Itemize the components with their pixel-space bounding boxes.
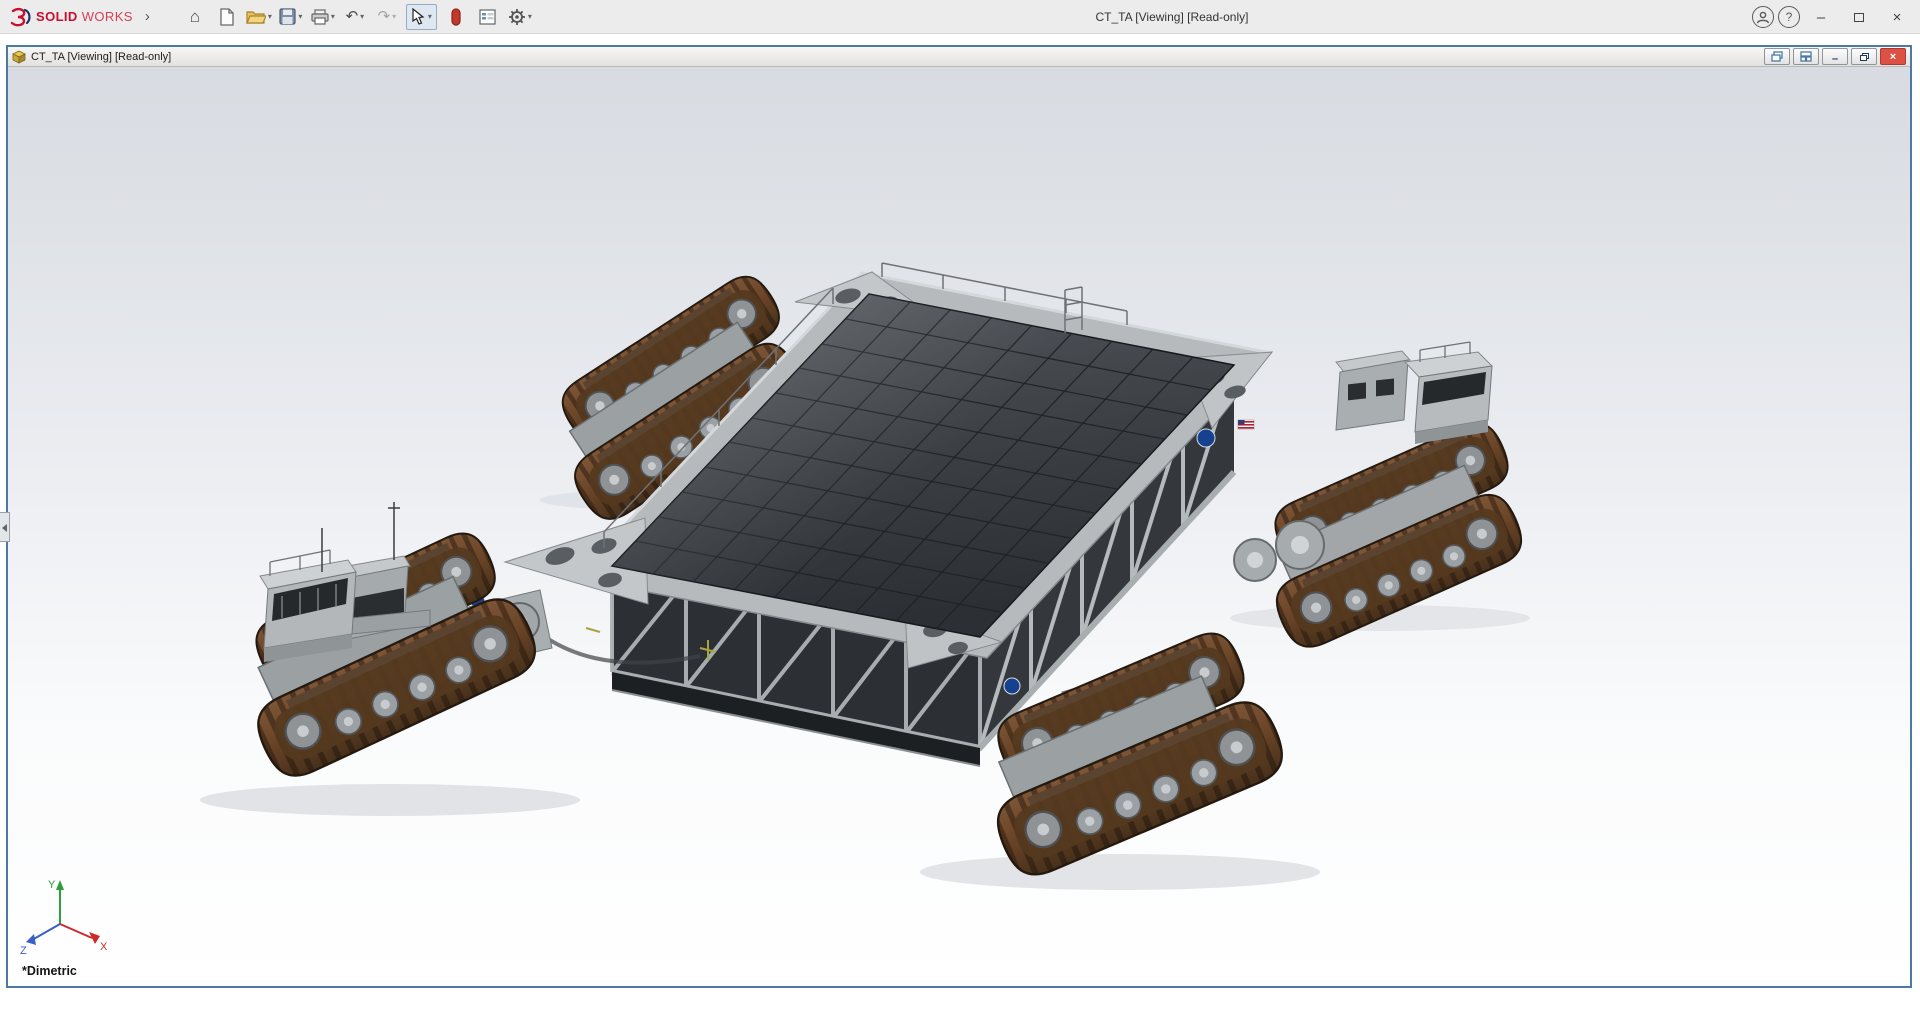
options-button[interactable]: ▾ (507, 4, 533, 30)
doc-close-button[interactable]: × (1880, 48, 1906, 65)
doc-minimize-button[interactable]: – (1822, 48, 1848, 65)
file-properties-icon (479, 8, 496, 25)
model-3d-view[interactable] (8, 67, 1910, 986)
close-button[interactable]: × (1880, 2, 1914, 32)
open-button[interactable]: ▾ (245, 4, 272, 30)
titlebar-right-controls: ? – × (1752, 0, 1914, 34)
machinery-house-right[interactable] (1335, 350, 1411, 431)
options-dropdown-arrow[interactable]: ▾ (528, 12, 532, 21)
operator-cab-left[interactable] (259, 549, 357, 662)
print-icon (311, 8, 329, 25)
x-axis-label: X (100, 941, 108, 953)
home-icon: ⌂ (189, 7, 200, 26)
record-button[interactable] (443, 4, 469, 30)
account-icon (1756, 11, 1770, 24)
app-titlebar: SOLID WORKS › ⌂ ▾ ▾ ▾ ↶ ▾ ↷ ▾ ▾ ▾ CT_TA … (0, 0, 1920, 34)
quick-access-toolbar: ⌂ ▾ ▾ ▾ ↶ ▾ ↷ ▾ ▾ ▾ (182, 3, 533, 30)
file-properties-button[interactable] (475, 4, 501, 30)
solidworks-logo: SOLID WORKS (8, 7, 133, 27)
select-tool-button[interactable]: ▾ (405, 3, 437, 30)
help-button[interactable]: ? (1778, 6, 1800, 28)
us-flag-right (1237, 419, 1255, 430)
redo-button[interactable]: ↷ ▾ (374, 4, 400, 30)
options-gear-icon (508, 8, 525, 25)
part-document-icon (12, 50, 26, 64)
operator-cab-right[interactable] (1403, 341, 1494, 444)
workspace: CT_TA [Viewing] [Read-only] – × Y X Z *D… (0, 34, 1920, 1032)
window-title: CT_TA [Viewing] [Read-only] (1095, 10, 1249, 24)
brand-works-text: WORKS (81, 9, 133, 24)
view-orientation-label: *Dimetric (22, 964, 77, 978)
open-dropdown-arrow[interactable]: ▾ (268, 12, 272, 21)
doc-tile-button[interactable] (1793, 48, 1819, 65)
open-folder-icon (245, 10, 266, 24)
cascade-windows-icon (1771, 51, 1783, 62)
print-dropdown-arrow[interactable]: ▾ (331, 12, 335, 21)
doc-restore-button[interactable] (1851, 48, 1877, 65)
print-button[interactable]: ▾ (310, 4, 336, 30)
maximize-icon (1854, 12, 1864, 22)
solidworks-window: SOLID WORKS › ⌂ ▾ ▾ ▾ ↶ ▾ ↷ ▾ ▾ ▾ CT_TA … (0, 0, 1920, 1032)
z-axis-label: Z (20, 945, 27, 957)
save-dropdown-arrow[interactable]: ▾ (298, 12, 302, 21)
brand-solid-text: SOLID (36, 9, 78, 24)
document-window-controls: – × (1764, 48, 1906, 65)
tile-windows-icon (1800, 51, 1812, 62)
new-document-icon (220, 7, 234, 26)
redo-dropdown-arrow[interactable]: ▾ (392, 12, 396, 21)
document-titlebar[interactable]: CT_TA [Viewing] [Read-only] – × (8, 47, 1910, 67)
redo-icon: ↷ (377, 8, 391, 25)
doc-minimize-icon: – (1831, 53, 1839, 65)
save-icon (279, 8, 296, 25)
z-axis-arrow (26, 934, 36, 945)
graphics-viewport[interactable]: Y X Z *Dimetric (8, 67, 1910, 986)
undo-dropdown-arrow[interactable]: ▾ (360, 12, 364, 21)
home-button[interactable]: ⌂ (182, 4, 208, 30)
orientation-triad[interactable]: Y X Z (18, 874, 114, 958)
select-cursor-icon (412, 8, 425, 25)
doc-restore-icon (1859, 52, 1869, 61)
doc-cascade-button[interactable] (1764, 48, 1790, 65)
feature-panel-collapsed-tab[interactable] (0, 512, 10, 542)
select-dropdown-arrow[interactable]: ▾ (428, 12, 432, 21)
3ds-logo-icon (10, 7, 31, 26)
undo-icon: ↶ (345, 8, 359, 25)
menu-expand-button[interactable]: › (139, 8, 156, 25)
new-document-button[interactable] (214, 4, 240, 30)
record-icon (451, 7, 461, 26)
document-window: CT_TA [Viewing] [Read-only] – × Y X Z *D… (6, 45, 1912, 988)
help-icon: ? (1785, 10, 1793, 24)
maximize-button[interactable] (1842, 2, 1876, 32)
account-button[interactable] (1752, 6, 1774, 28)
document-title: CT_TA [Viewing] [Read-only] (31, 50, 172, 63)
y-axis-label: Y (48, 879, 56, 891)
y-axis-arrow (56, 880, 64, 890)
minimize-button[interactable]: – (1804, 2, 1838, 32)
undo-button[interactable]: ↶ ▾ (342, 4, 368, 30)
save-button[interactable]: ▾ (278, 4, 304, 30)
